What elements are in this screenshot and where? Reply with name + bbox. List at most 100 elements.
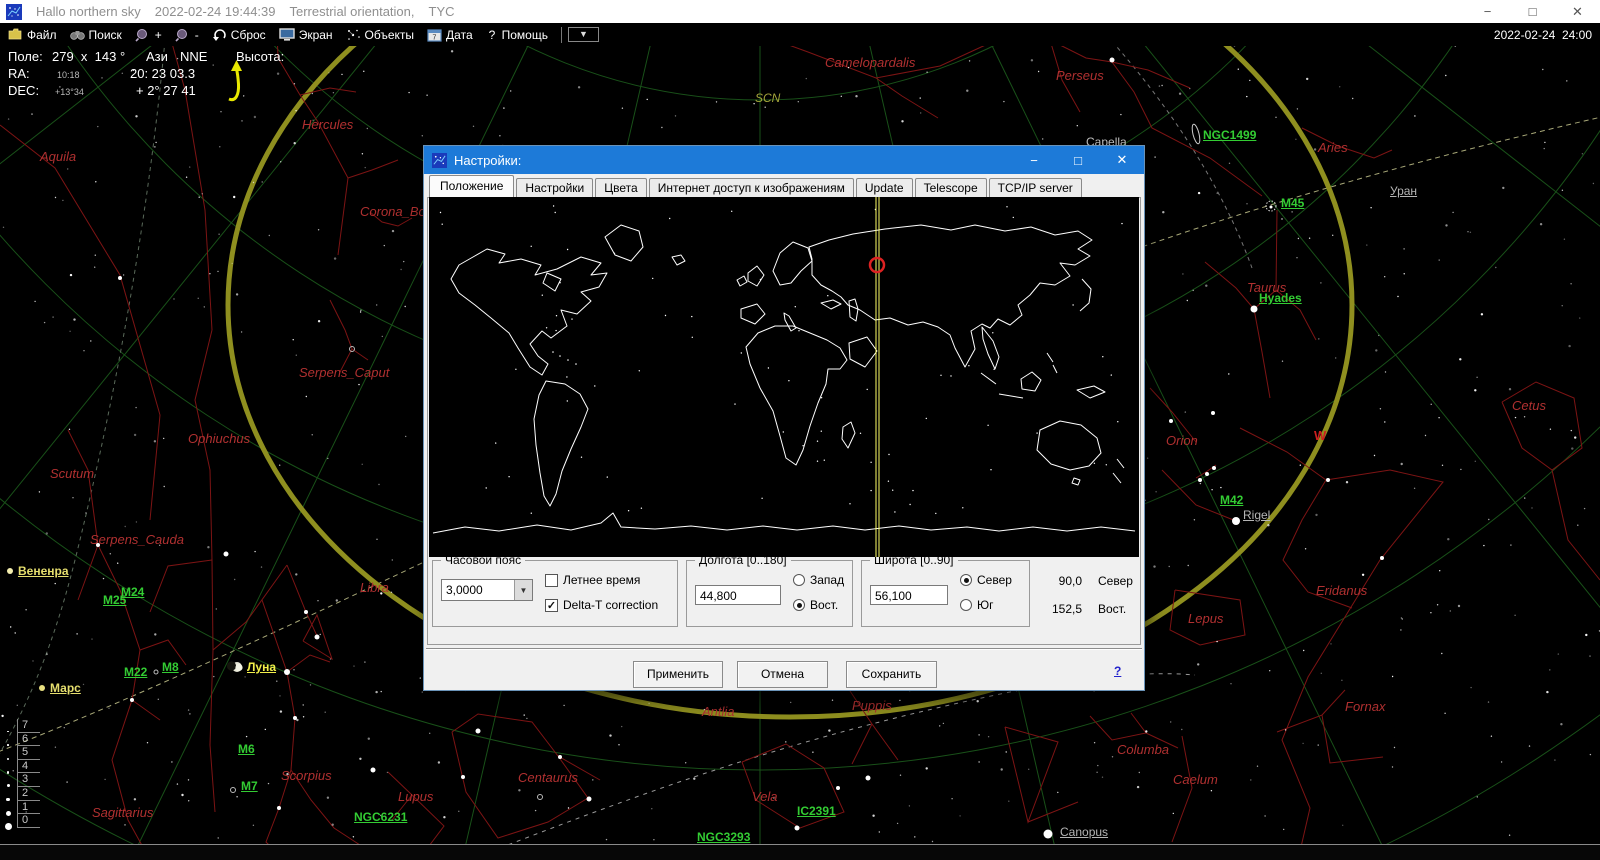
magnitude-row: 6 xyxy=(7,733,40,747)
monitor-icon xyxy=(278,28,295,41)
chevron-down-icon[interactable]: ▼ xyxy=(514,580,532,600)
tab-internet-images[interactable]: Интернет доступ к изображениям xyxy=(648,178,854,198)
readout-lon-value: 152,5 xyxy=(1051,602,1082,616)
delta-t-checkbox-box[interactable]: ✓ xyxy=(545,598,558,612)
status-readout: Поле: 279 x 143 ° Ази NNE Высота: RA: 10… xyxy=(0,46,420,106)
readout-lat-value: 90,0 xyxy=(1058,574,1082,588)
sky-label: M42 xyxy=(1220,493,1244,507)
latitude-group: Широта [0..90] 56,100 Север Юг xyxy=(861,553,1030,627)
sky-label: NGC3293 xyxy=(697,830,751,844)
dialog-tabs: Положение Настройки Цвета Интернет досту… xyxy=(429,175,1084,198)
objects-icon xyxy=(347,29,360,40)
sky-label: Caelum xyxy=(1173,772,1218,787)
timezone-group: Часовой пояс 3,0000 ▼ Летнее время ✓ Del… xyxy=(432,553,678,627)
mars-icon xyxy=(39,685,45,691)
calendar-icon: 7 xyxy=(427,28,442,42)
tab-tcpip-server[interactable]: TCP/IP server xyxy=(988,178,1082,198)
dialog-close-button[interactable]: ✕ xyxy=(1100,146,1144,174)
sky-label: Serpens_Caput xyxy=(299,365,390,380)
sky-label: Sagittarius xyxy=(92,805,154,820)
apply-button[interactable]: Применить xyxy=(633,661,723,688)
east-radio[interactable]: Вост. xyxy=(793,598,838,612)
tab-position[interactable]: Положение xyxy=(429,175,515,198)
dialog-titlebar[interactable]: Настройки: − □ ✕ xyxy=(424,146,1144,174)
sky-label: Columba xyxy=(1117,742,1170,757)
tab-update[interactable]: Update xyxy=(855,178,913,198)
sky-label: M8 xyxy=(162,660,179,674)
toolbar-date[interactable]: 7 Дата xyxy=(423,27,480,43)
sky-label: M7 xyxy=(241,779,258,793)
title-mode: Terrestrial orientation, xyxy=(289,4,415,19)
sky-label: Уран xyxy=(1390,184,1418,198)
north-radio[interactable]: Север xyxy=(960,573,1012,587)
application-window: Hallo northern sky 2022-02-24 19:44:39 T… xyxy=(0,0,1600,860)
west-radio[interactable]: Запад xyxy=(793,573,844,587)
tab-telescope[interactable]: Telescope xyxy=(914,178,987,198)
sky-label: Вененра xyxy=(18,564,69,578)
timezone-combobox[interactable]: 3,0000 ▼ xyxy=(441,579,533,601)
help-link[interactable]: ? xyxy=(1114,664,1121,678)
dialog-minimize-button[interactable]: − xyxy=(1012,146,1056,174)
magnitude-row: 0 xyxy=(4,814,40,831)
title-datetime: 2022-02-24 19:44:39 xyxy=(154,4,276,19)
sky-label: Vela xyxy=(752,789,778,804)
sky-label: Serpens_Cauda xyxy=(90,532,184,547)
sky-label: Camelopardalis xyxy=(825,55,916,70)
moon-icon xyxy=(226,661,243,672)
tab-settings[interactable]: Настройки xyxy=(516,178,594,198)
toolbar-datetime: 2022-02-24 24:00 xyxy=(1493,27,1592,42)
svg-text:?: ? xyxy=(488,28,495,41)
world-map[interactable] xyxy=(429,197,1139,557)
dst-checkbox[interactable]: Летнее время xyxy=(545,573,640,587)
toolbar-zoom-in[interactable]: + xyxy=(131,27,169,43)
magnitude-row: 1 xyxy=(5,801,40,816)
latitude-input[interactable]: 56,100 xyxy=(870,585,948,605)
save-button[interactable]: Сохранить xyxy=(846,661,937,688)
sky-label: M45 xyxy=(1281,196,1305,210)
toolbar-zoom-out[interactable]: - xyxy=(171,27,206,43)
toolbar-dropdown-button[interactable]: ▼ xyxy=(567,27,599,42)
maximize-button[interactable]: □ xyxy=(1510,0,1555,23)
minimize-button[interactable]: − xyxy=(1465,0,1510,23)
east-radio-dot[interactable] xyxy=(793,599,805,611)
toolbar-objects[interactable]: Объекты xyxy=(342,27,422,43)
close-button[interactable]: ✕ xyxy=(1555,0,1600,23)
toolbar: Файл Поиск + - Сброс Экран Объекты 7 Дат… xyxy=(0,23,1600,46)
dst-checkbox-box[interactable] xyxy=(545,573,558,587)
ra-label: RA: xyxy=(8,66,30,81)
title-catalog: TYC xyxy=(428,4,455,19)
toolbar-reset[interactable]: Сброс xyxy=(208,27,273,43)
readout-lon-dir: Вост. xyxy=(1098,602,1127,616)
south-radio[interactable]: Юг xyxy=(960,598,994,612)
toolbar-screen[interactable]: Экран xyxy=(275,27,340,43)
south-radio-dot[interactable] xyxy=(960,599,972,611)
sky-label: NGC6231 xyxy=(354,810,408,824)
toolbar-file[interactable]: Файл xyxy=(4,27,64,43)
west-radio-dot[interactable] xyxy=(793,574,805,586)
cancel-button[interactable]: Отмена xyxy=(737,661,828,688)
sky-label: Aquila xyxy=(40,149,77,164)
sky-label: Lepus xyxy=(1188,611,1224,626)
altitude-label: Высота: xyxy=(236,49,285,64)
north-radio-dot[interactable] xyxy=(960,574,972,586)
sky-label: Луна xyxy=(247,660,277,674)
west-radio-label: Запад xyxy=(810,573,845,587)
zoom-in-icon xyxy=(135,28,147,42)
toolbar-separator xyxy=(560,26,562,43)
zoom-out-icon xyxy=(175,28,187,42)
dialog-maximize-button[interactable]: □ xyxy=(1056,146,1100,174)
longitude-input[interactable]: 44,800 xyxy=(695,585,781,605)
south-radio-label: Юг xyxy=(977,598,994,612)
tab-colors[interactable]: Цвета xyxy=(595,178,647,198)
sky-label: Eridanus xyxy=(1316,583,1368,598)
toolbar-help[interactable]: ? Помощь xyxy=(482,27,555,43)
sky-label: Canopus xyxy=(1060,825,1109,839)
delta-t-checkbox-label: Delta-T correction xyxy=(563,598,659,612)
toolbar-search[interactable]: Поиск xyxy=(66,27,129,43)
sky-label: Fornax xyxy=(1345,699,1386,714)
horizontal-scrollbar[interactable] xyxy=(0,844,1600,860)
sky-label: SCN xyxy=(755,91,781,105)
readout-lat-dir: Север xyxy=(1098,574,1133,588)
dialog-separator xyxy=(426,648,1142,650)
delta-t-checkbox[interactable]: ✓ Delta-T correction xyxy=(545,598,658,612)
